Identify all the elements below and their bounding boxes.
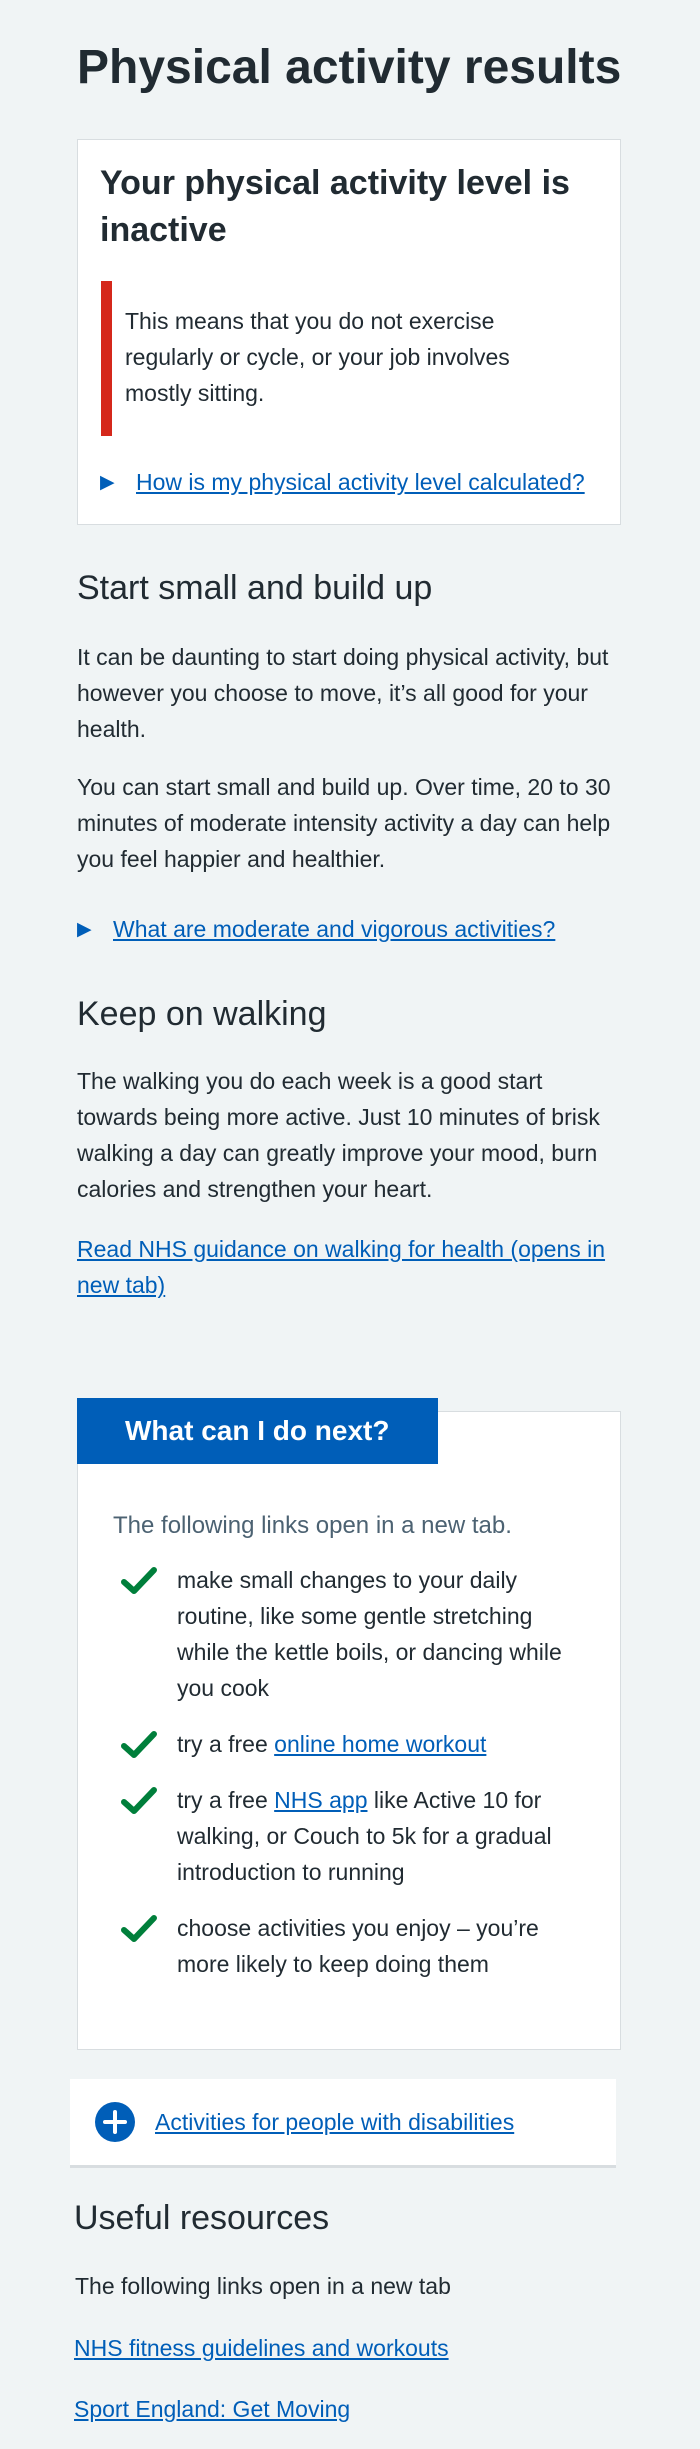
check-icon xyxy=(121,1567,157,1594)
check-icon xyxy=(121,1915,157,1942)
next-steps-label: What can I do next? xyxy=(77,1398,438,1464)
resources-intro: The following links open in a new tab xyxy=(75,2273,451,2299)
walking-heading: Keep on walking xyxy=(77,995,327,1033)
check-icon xyxy=(121,1787,157,1814)
list-item-text: make small changes to your daily routine… xyxy=(177,1567,562,1701)
details-moderate-vigorous[interactable]: ▶ What are moderate and vigorous activit… xyxy=(77,911,555,947)
nhs-app-link[interactable]: NHS app xyxy=(274,1787,367,1813)
inactive-inset: This means that you do not exercise regu… xyxy=(101,281,581,436)
triangle-right-icon: ▶ xyxy=(100,471,115,493)
online-home-workout-link[interactable]: online home workout xyxy=(274,1731,486,1757)
list-item-text: choose activities you enjoy – you’re mor… xyxy=(177,1915,539,1977)
details-activity-level[interactable]: ▶ How is my physical activity level calc… xyxy=(100,464,585,500)
disabilities-link[interactable]: Activities for people with disabilities xyxy=(155,2104,514,2140)
result-card: Your physical activity level is inactive… xyxy=(77,139,621,525)
list-item-text: try a free xyxy=(177,1731,275,1757)
inset-text: This means that you do not exercise regu… xyxy=(125,308,510,406)
list-item-text: try a free xyxy=(177,1787,275,1813)
details-moderate-vigorous-link[interactable]: What are moderate and vigorous activitie… xyxy=(113,911,555,947)
list-item: try a free NHS app like Active 10 for wa… xyxy=(113,1782,583,1890)
start-small-heading: Start small and build up xyxy=(77,569,433,607)
next-steps-intro: The following links open in a new tab. xyxy=(113,1512,512,1539)
check-icon xyxy=(121,1731,157,1758)
next-steps-list: make small changes to your daily routine… xyxy=(113,1562,583,2002)
start-small-para-2: You can start small and build up. Over t… xyxy=(77,774,611,872)
walking-guidance-link[interactable]: Read NHS guidance on walking for health … xyxy=(77,1236,605,1298)
plus-circle-icon xyxy=(95,2102,135,2142)
list-item: choose activities you enjoy – you’re mor… xyxy=(113,1910,583,1982)
resources-heading: Useful resources xyxy=(74,2199,330,2237)
sport-england-link[interactable]: Sport England: Get Moving xyxy=(74,2396,350,2422)
list-item: make small changes to your daily routine… xyxy=(113,1562,583,1706)
fitness-guidelines-link[interactable]: NHS fitness guidelines and workouts xyxy=(74,2335,449,2361)
result-heading: Your physical activity level is inactive xyxy=(100,164,570,249)
walking-para: The walking you do each week is a good s… xyxy=(77,1068,600,1202)
triangle-right-icon: ▶ xyxy=(77,918,92,940)
next-steps-card: What can I do next? The following links … xyxy=(77,1398,621,2050)
page-title: Physical activity results xyxy=(77,41,622,94)
resource-link-wrap: Sport England: Get Moving xyxy=(74,2391,624,2427)
start-small-para-1: It can be daunting to start doing physic… xyxy=(77,644,609,742)
list-item: try a free online home workout xyxy=(113,1726,583,1762)
resource-link-wrap: NHS fitness guidelines and workouts xyxy=(74,2330,624,2366)
details-activity-level-link[interactable]: How is my physical activity level calcul… xyxy=(136,464,585,500)
walking-guidance-link-wrap: Read NHS guidance on walking for health … xyxy=(77,1231,627,1303)
disabilities-expander[interactable]: Activities for people with disabilities xyxy=(70,2079,616,2165)
